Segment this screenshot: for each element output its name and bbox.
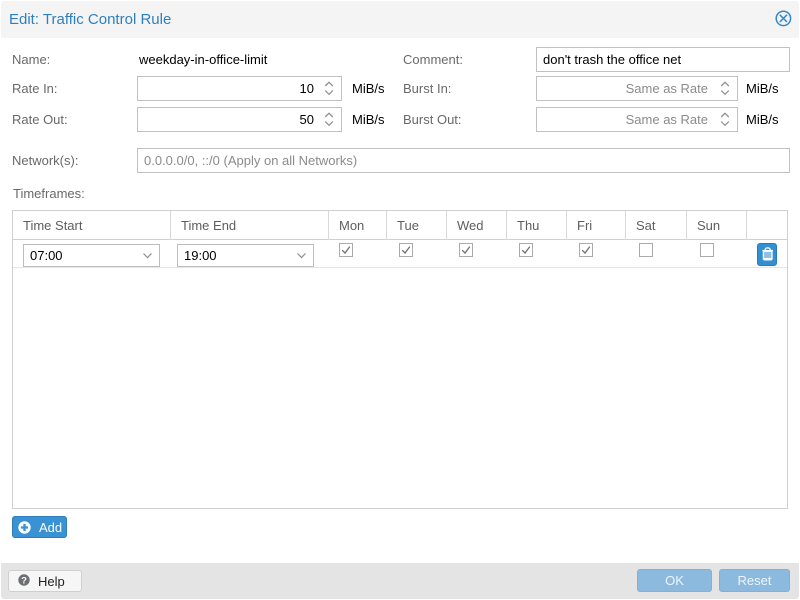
svg-text:?: ? — [21, 575, 27, 586]
